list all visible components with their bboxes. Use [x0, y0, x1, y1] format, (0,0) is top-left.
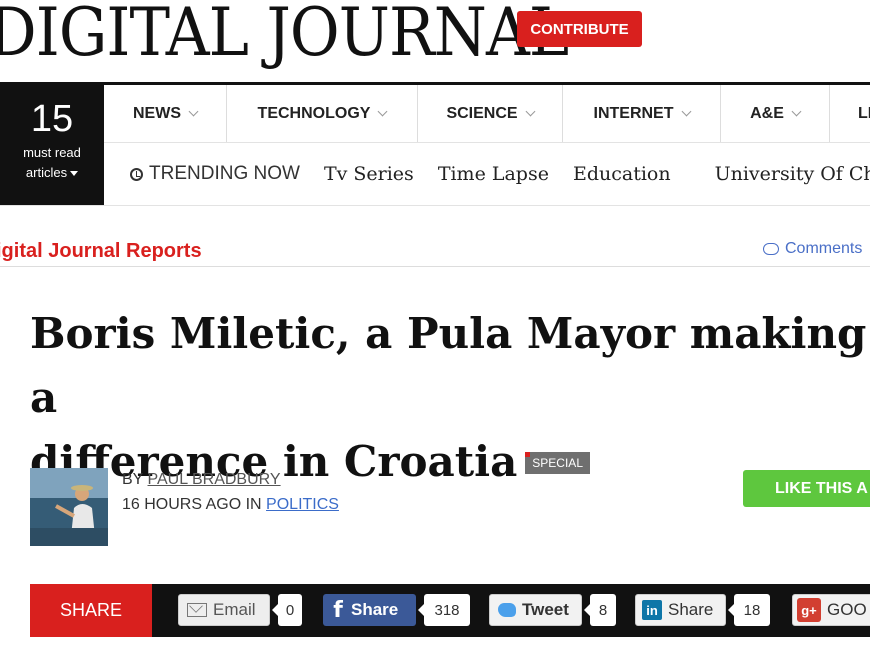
- nav-item-lifestyle[interactable]: LI: [830, 85, 870, 142]
- trending-link[interactable]: Education: [573, 163, 671, 185]
- comments-link[interactable]: Comments: [763, 240, 862, 258]
- tweet-button[interactable]: Tweet: [489, 594, 582, 626]
- section-divider: [0, 266, 870, 267]
- author-avatar[interactable]: [30, 468, 108, 546]
- nav-item-internet[interactable]: INTERNET: [563, 85, 721, 142]
- linkedin-share-count: 18: [728, 594, 770, 626]
- comment-icon: [763, 243, 779, 255]
- facebook-share-count: 318: [418, 594, 470, 626]
- trending-link[interactable]: University Of Chi: [715, 163, 870, 185]
- facebook-share-button[interactable]: f Share: [323, 594, 416, 626]
- chevron-down-icon: [525, 106, 536, 117]
- chevron-down-icon: [377, 106, 388, 117]
- main-nav: NEWS TECHNOLOGY SCIENCE INTERNET A&E LI: [104, 85, 870, 142]
- nav-item-ae[interactable]: A&E: [721, 85, 830, 142]
- clock-icon: [130, 167, 143, 181]
- trending-bar: TRENDING NOW Tv Series Time Lapse Educat…: [130, 152, 870, 196]
- email-share-count: 0: [272, 594, 302, 626]
- email-share-button[interactable]: Email: [178, 594, 270, 626]
- linkedin-icon: in: [642, 600, 662, 620]
- article-headline: Boris Miletic, a Pula Mayor making a dif…: [30, 309, 867, 486]
- twitter-bird-icon: [498, 603, 516, 617]
- trending-divider: [0, 205, 870, 206]
- nav-divider: [104, 142, 870, 143]
- envelope-icon: [187, 603, 207, 617]
- byline: BY PAUL BRADBURY: [122, 471, 281, 488]
- trending-link[interactable]: Tv Series: [324, 163, 414, 185]
- tweet-count: 8: [584, 594, 616, 626]
- google-plus-icon: g+: [797, 598, 821, 622]
- site-logo[interactable]: DIGITAL JOURNAL: [0, 0, 569, 71]
- nav-item-technology[interactable]: TECHNOLOGY: [227, 85, 418, 142]
- google-plus-share-button[interactable]: g+ GOO: [792, 594, 870, 626]
- must-read-articles-button[interactable]: 15 must read articles: [0, 85, 104, 205]
- special-badge: SPECIAL: [525, 452, 590, 474]
- nav-item-science[interactable]: SCIENCE: [418, 85, 563, 142]
- publish-info: 16 HOURS AGO IN POLITICS: [122, 496, 339, 513]
- trending-label: TRENDING NOW: [130, 163, 300, 185]
- facebook-icon: f: [333, 597, 343, 623]
- must-read-count: 15: [30, 98, 74, 140]
- must-read-label: must read articles: [23, 145, 81, 180]
- share-label: SHARE: [30, 584, 152, 637]
- like-button[interactable]: LIKE THIS A: [743, 470, 870, 507]
- section-title[interactable]: igital Journal Reports: [0, 240, 202, 263]
- nav-item-news[interactable]: NEWS: [104, 85, 227, 142]
- trending-link[interactable]: Time Lapse: [438, 163, 549, 185]
- chevron-down-icon: [681, 106, 691, 117]
- contribute-button[interactable]: CONTRIBUTE: [517, 11, 642, 47]
- author-link[interactable]: PAUL BRADBURY: [148, 471, 281, 488]
- linkedin-share-button[interactable]: in Share: [635, 594, 726, 626]
- chevron-down-icon: [188, 106, 199, 117]
- caret-down-icon: [70, 171, 79, 177]
- chevron-down-icon: [791, 106, 802, 117]
- category-link[interactable]: POLITICS: [266, 496, 339, 513]
